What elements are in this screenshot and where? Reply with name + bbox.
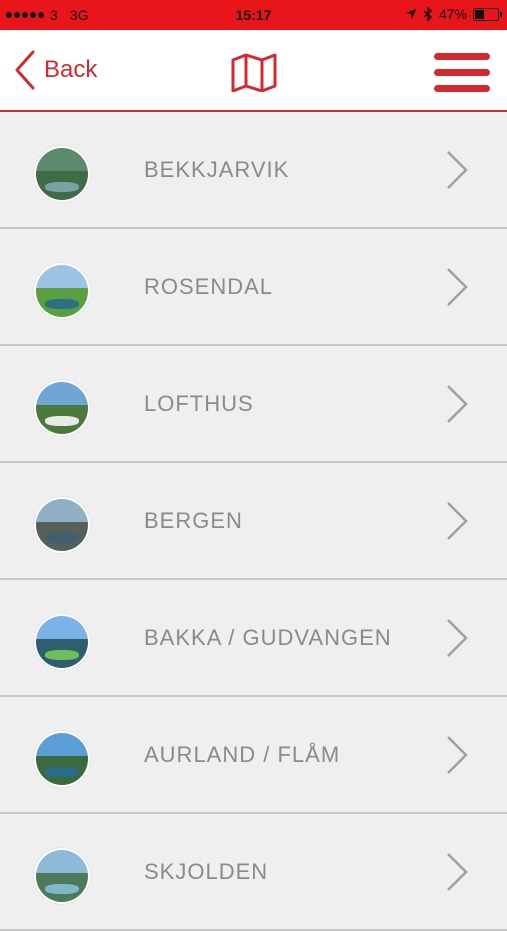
- destination-name: SKJOLDEN: [144, 859, 269, 884]
- destination-name: ROSENDAL: [144, 274, 274, 299]
- list-item-bakka-gudvangen[interactable]: BAKKA / GUDVANGEN: [0, 580, 507, 697]
- menu-button[interactable]: [433, 52, 491, 99]
- back-label: Back: [44, 56, 98, 83]
- bluetooth-icon: [423, 7, 432, 21]
- destination-thumbnail: [34, 497, 90, 553]
- destination-list: BEKKJARVIK ROSENDAL LOFTHUS BERGEN BAKKA…: [0, 112, 507, 931]
- destination-name: BAKKA / GUDVANGEN: [144, 625, 392, 650]
- battery-icon: [473, 7, 502, 21]
- destination-name: LOFTHUS: [144, 391, 254, 416]
- chevron-right-icon: [447, 268, 468, 306]
- list-item-lofthus[interactable]: LOFTHUS: [0, 346, 507, 463]
- destination-name: BEKKJARVIK: [144, 157, 290, 182]
- battery-percent: 47%: [438, 6, 467, 22]
- destination-name: AURLAND / FLÅM: [144, 742, 341, 767]
- destination-thumbnail: [34, 380, 90, 436]
- destination-thumbnail: [34, 848, 90, 904]
- hamburger-menu-icon: [434, 53, 490, 92]
- list-item-aurland-flam[interactable]: AURLAND / FLÅM: [0, 697, 507, 814]
- status-right: 47%: [405, 6, 502, 22]
- list-item-skjolden[interactable]: SKJOLDEN: [0, 814, 507, 931]
- chevron-right-icon: [447, 853, 468, 891]
- chevron-right-icon: [447, 736, 468, 774]
- chevron-right-icon: [447, 151, 468, 189]
- navigation-bar: Back: [0, 30, 507, 112]
- list-item-bergen[interactable]: BERGEN: [0, 463, 507, 580]
- chevron-left-icon: [15, 50, 35, 90]
- destination-thumbnail: [34, 731, 90, 787]
- destination-thumbnail: [34, 263, 90, 319]
- destination-thumbnail: [34, 614, 90, 670]
- list-item-bekkjarvik[interactable]: BEKKJARVIK: [0, 112, 507, 229]
- chevron-right-icon: [447, 385, 468, 423]
- map-icon: [231, 53, 277, 93]
- chevron-right-icon: [447, 502, 468, 540]
- chevron-right-icon: [447, 619, 468, 657]
- back-button[interactable]: Back: [14, 50, 97, 90]
- list-item-rosendal[interactable]: ROSENDAL: [0, 229, 507, 346]
- destination-name: BERGEN: [144, 508, 243, 533]
- location-arrow-icon: [405, 9, 416, 19]
- status-bar: 3 3G 15:17 47%: [0, 0, 507, 30]
- destination-thumbnail: [34, 146, 90, 202]
- map-button[interactable]: [230, 52, 278, 97]
